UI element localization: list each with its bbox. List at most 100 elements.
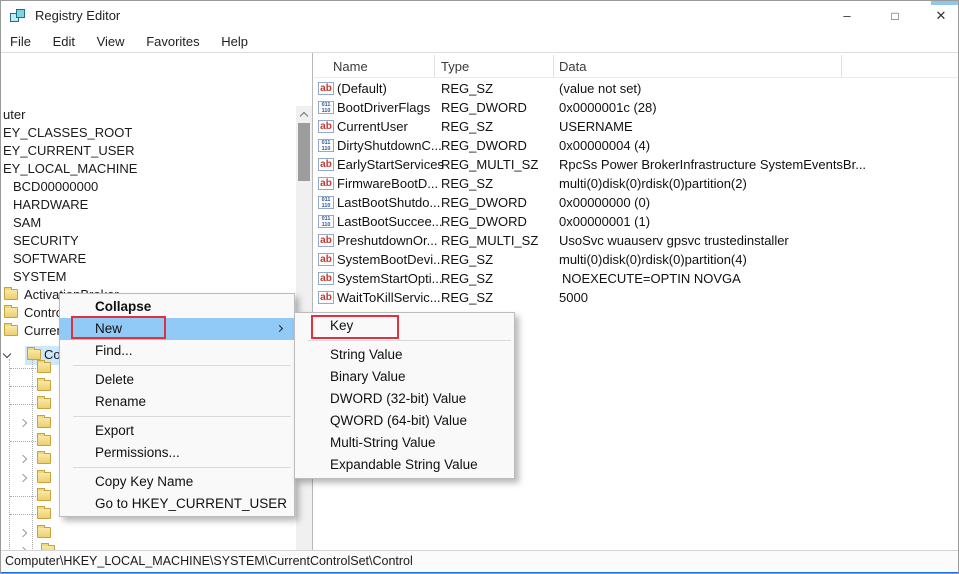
tree-item-hkey-current-user[interactable]: EY_CURRENT_USER [3, 142, 134, 160]
context-menu-copy-key-name[interactable]: Copy Key Name [60, 471, 294, 493]
menu-view[interactable]: View [88, 31, 134, 49]
value-name: WaitToKillServic... [337, 290, 441, 305]
table-row[interactable]: 011 110 BootDriverFlags REG_DWORD 0x00000… [314, 98, 958, 117]
folder-icon [37, 506, 51, 519]
registry-editor-window: Registry Editor – □ ✕ File Edit View Fav… [0, 0, 959, 574]
tree-item-sam[interactable]: SAM [13, 214, 41, 232]
value-data: 0x0000001c (28) [559, 100, 657, 115]
chevron-right-icon[interactable] [18, 473, 28, 483]
annotation-box-key [311, 315, 399, 339]
value-data: 0x00000004 (4) [559, 138, 651, 153]
column-header-type[interactable]: Type [441, 56, 469, 78]
submenu-multi-string-value[interactable]: Multi-String Value [295, 432, 514, 454]
value-name: (Default) [337, 81, 387, 96]
context-menu-rename[interactable]: Rename [60, 391, 294, 413]
value-data: 5000 [559, 290, 588, 305]
tree-guide-line [10, 514, 36, 515]
value-name: SystemBootDevi... [337, 252, 444, 267]
value-name: LastBootShutdo... [337, 195, 441, 210]
table-row[interactable]: 011 110 DirtyShutdownC... REG_DWORD 0x000… [314, 136, 958, 155]
scroll-up-icon[interactable] [299, 111, 309, 121]
value-type: REG_DWORD [441, 100, 527, 115]
table-row[interactable]: ab (Default) REG_SZ (value not set) [314, 79, 958, 98]
icon-glyph: 110 [321, 146, 331, 152]
value-data: USERNAME [559, 119, 633, 134]
menu-favorites[interactable]: Favorites [137, 31, 208, 49]
table-row[interactable]: ab CurrentUser REG_SZ USERNAME [314, 117, 958, 136]
folder-icon [37, 378, 51, 391]
chevron-right-icon[interactable] [18, 528, 28, 538]
menu-separator [73, 365, 291, 366]
table-row[interactable]: ab SystemStartOpti... REG_SZ NOEXECUTE=O… [314, 269, 958, 288]
column-divider[interactable] [841, 55, 842, 78]
table-row[interactable]: 011 110 LastBootShutdo... REG_DWORD 0x000… [314, 193, 958, 212]
menu-edit[interactable]: Edit [44, 31, 84, 49]
chevron-down-icon[interactable] [2, 349, 12, 359]
dword-value-icon: 011 110 [318, 196, 334, 209]
submenu-dword-value[interactable]: DWORD (32-bit) Value [295, 388, 514, 410]
chevron-right-icon[interactable] [18, 418, 28, 428]
menu-file[interactable]: File [1, 31, 40, 49]
menu-separator [308, 340, 511, 341]
menu-separator [73, 467, 291, 468]
tree-item-computer[interactable]: uter [3, 106, 25, 124]
folder-icon [27, 347, 41, 360]
tree-item-security[interactable]: SECURITY [13, 232, 79, 250]
table-row[interactable]: ab FirmwareBootD... REG_SZ multi(0)disk(… [314, 174, 958, 193]
string-value-icon: ab [318, 158, 334, 171]
folder-icon [37, 433, 51, 446]
chevron-right-icon[interactable] [18, 454, 28, 464]
submenu-qword-value[interactable]: QWORD (64-bit) Value [295, 410, 514, 432]
column-divider[interactable] [553, 55, 554, 78]
context-menu-permissions[interactable]: Permissions... [60, 442, 294, 464]
title-bar: Registry Editor – □ ✕ [1, 1, 958, 31]
value-name: CurrentUser [337, 119, 408, 134]
value-type: REG_SZ [441, 119, 494, 134]
value-type: REG_MULTI_SZ [441, 157, 539, 172]
tree-item-hardware[interactable]: HARDWARE [13, 196, 88, 214]
dword-value-icon: 011 110 [318, 101, 334, 114]
string-value-icon: ab [318, 272, 334, 285]
value-type: REG_SZ [441, 271, 494, 286]
value-type: REG_DWORD [441, 138, 527, 153]
window-title: Registry Editor [35, 8, 121, 23]
value-data: 0x00000000 (0) [559, 195, 651, 210]
tree-item-system[interactable]: SYSTEM [13, 268, 66, 286]
column-divider[interactable] [434, 55, 435, 78]
string-value-icon: ab [318, 82, 334, 95]
folder-icon [37, 451, 51, 464]
value-type: REG_SZ [441, 290, 494, 305]
tree-item-software[interactable]: SOFTWARE [13, 250, 86, 268]
icon-glyph: 011 [321, 140, 331, 146]
table-row[interactable]: ab SystemBootDevi... REG_SZ multi(0)disk… [314, 250, 958, 269]
context-menu-delete[interactable]: Delete [60, 369, 294, 391]
value-name: SystemStartOpti... [337, 271, 443, 286]
column-header-data[interactable]: Data [559, 56, 586, 78]
table-row[interactable]: ab WaitToKillServic... REG_SZ 5000 [314, 288, 958, 307]
table-row[interactable]: ab PreshutdownOr... REG_MULTI_SZ UsoSvc … [314, 231, 958, 250]
tree-guide-line [10, 368, 36, 369]
value-data: multi(0)disk(0)rdisk(0)partition(2) [559, 176, 747, 191]
scrollbar-thumb[interactable] [298, 123, 310, 181]
submenu-string-value[interactable]: String Value [295, 344, 514, 366]
tree-item-bcd[interactable]: BCD00000000 [13, 178, 98, 196]
registry-editor-icon [10, 8, 26, 24]
context-menu-goto-hkcu[interactable]: Go to HKEY_CURRENT_USER [60, 493, 294, 515]
tree-item-hkey-classes-root[interactable]: EY_CLASSES_ROOT [3, 124, 132, 142]
desktop-artifact [931, 1, 958, 5]
table-row[interactable]: 011 110 LastBootSuccee... REG_DWORD 0x000… [314, 212, 958, 231]
folder-icon [37, 470, 51, 483]
column-header-name[interactable]: Name [333, 56, 368, 78]
context-menu-export[interactable]: Export [60, 420, 294, 442]
submenu-binary-value[interactable]: Binary Value [295, 366, 514, 388]
table-row[interactable]: ab EarlyStartServices REG_MULTI_SZ RpcSs… [314, 155, 958, 174]
menu-help[interactable]: Help [212, 31, 257, 49]
context-menu-collapse[interactable]: Collapse [60, 296, 294, 318]
icon-glyph: 011 [321, 216, 331, 222]
close-button[interactable]: ✕ [926, 1, 956, 31]
minimize-button[interactable]: – [832, 1, 862, 31]
context-menu-find[interactable]: Find... [60, 340, 294, 362]
tree-item-hkey-local-machine[interactable]: EY_LOCAL_MACHINE [3, 160, 137, 178]
submenu-expandable-string-value[interactable]: Expandable String Value [295, 454, 514, 476]
maximize-button[interactable]: □ [880, 1, 910, 31]
